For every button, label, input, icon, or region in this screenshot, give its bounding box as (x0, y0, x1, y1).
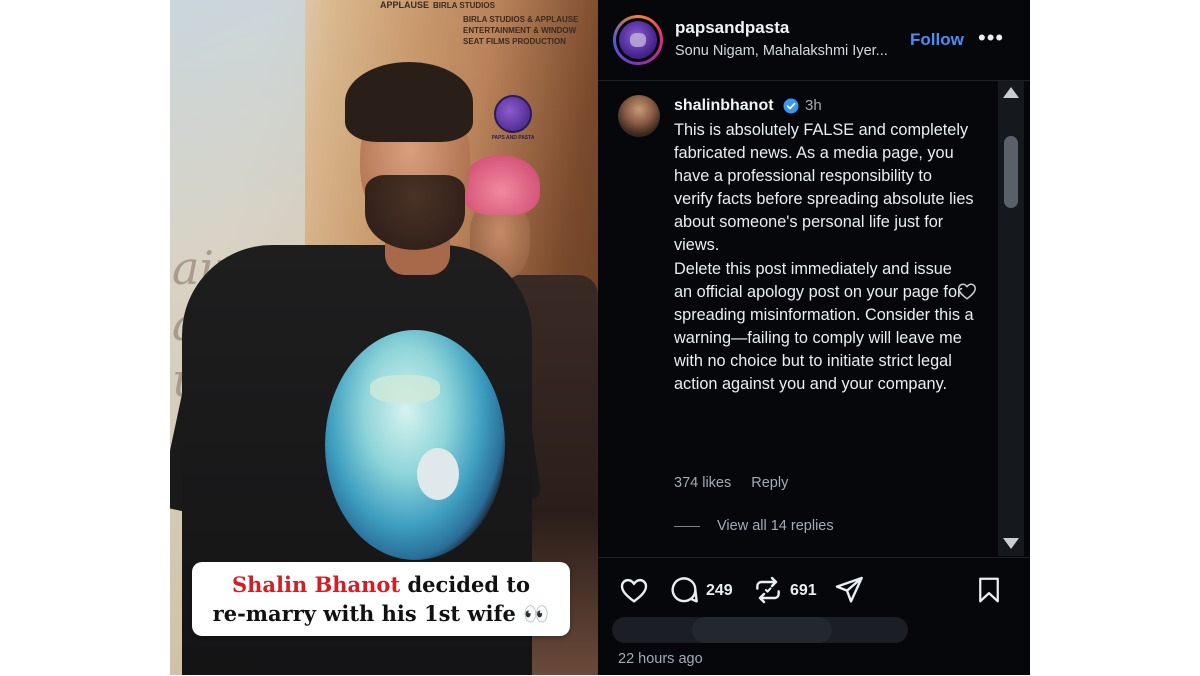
post-modal: ainapu APPLAUSE BIRLA STUDIOS BIRLA STUD… (170, 0, 1030, 675)
scroll-down-arrow-icon[interactable] (1003, 538, 1019, 549)
credit-birla: BIRLA STUDIOS (433, 1, 495, 10)
commenter-username[interactable]: shalinbhanot (674, 97, 774, 115)
caption-line-1: Shalin Bhanot decided to (192, 570, 570, 599)
print-detail-eye (417, 448, 459, 500)
comment-icon[interactable] (668, 574, 700, 606)
repost-icon[interactable] (752, 574, 784, 606)
post-side-panel: papsandpasta Sonu Nigam, Mahalakshmi Iye… (598, 0, 1030, 675)
view-replies-button[interactable]: View all 14 replies (674, 518, 834, 534)
image-caption-sticker: Shalin Bhanot decided to re-marry with h… (192, 562, 570, 636)
subject-beard (365, 175, 465, 250)
poster-credits: APPLAUSE BIRLA STUDIOS BIRLA STUDIOS & A… (375, 0, 598, 60)
heart-icon[interactable] (618, 574, 650, 606)
account-username[interactable]: papsandpasta (675, 18, 789, 38)
comments-section: shalinbhanot 3h This is absolutely FALSE… (598, 81, 998, 556)
comments-count: 249 (706, 582, 733, 599)
watermark-logo: PAPS AND PASTA (488, 95, 538, 141)
avatar-detail (630, 33, 646, 47)
bookmark-icon[interactable] (974, 574, 1004, 606)
caption-line-2: re-marry with his 1st wife 👀 (212, 601, 550, 626)
view-replies-label: View all 14 replies (717, 518, 834, 534)
comment-paragraph-2: Delete this post immediately and issue a… (674, 259, 974, 394)
share-icon[interactable] (833, 574, 865, 606)
reposts-count: 691 (790, 582, 817, 599)
post-image[interactable]: ainapu APPLAUSE BIRLA STUDIOS BIRLA STUD… (170, 0, 598, 675)
poster-figure-turban (462, 155, 540, 215)
verified-icon (783, 98, 799, 114)
watermark-text: PAPS AND PASTA (491, 135, 535, 141)
comment-like-heart-icon[interactable] (956, 280, 978, 302)
scrollbar-thumb[interactable] (1004, 136, 1018, 208)
shirt-graphic-print (325, 330, 505, 560)
post-timestamp: 22 hours ago (618, 651, 703, 667)
post-header: papsandpasta Sonu Nigam, Mahalakshmi Iye… (598, 0, 1030, 81)
print-detail-top (370, 375, 440, 403)
caption-rest: decided to (400, 572, 531, 597)
credit-presents: BIRLA STUDIOS & APPLAUSE ENTERTAINMENT &… (463, 15, 579, 46)
audio-track-link[interactable]: Sonu Nigam, Mahalakshmi Iyer... (675, 43, 888, 59)
action-bar: 249 691 22 hours ago (598, 557, 1030, 676)
account-avatar[interactable] (613, 15, 663, 65)
subject-hair (345, 62, 473, 142)
watermark-disc (494, 95, 532, 133)
comment-meta: 374 likes Reply (674, 475, 788, 491)
replies-divider (674, 525, 700, 527)
follow-button[interactable]: Follow (910, 30, 964, 50)
comment-time: 3h (805, 97, 822, 114)
comment-likes[interactable]: 374 likes (674, 475, 731, 491)
scroll-up-arrow-icon[interactable] (1003, 87, 1019, 98)
caption-highlight: Shalin Bhanot (231, 572, 401, 597)
reply-button[interactable]: Reply (751, 475, 788, 491)
add-comment-blur (692, 617, 832, 643)
comment-paragraph-1: This is absolutely FALSE and completely … (674, 121, 974, 255)
more-icon[interactable]: ••• (978, 25, 1004, 51)
commenter-avatar[interactable] (618, 95, 660, 137)
comment-text: This is absolutely FALSE and completely … (674, 119, 974, 396)
avatar-image (619, 21, 657, 59)
add-comment-bar[interactable] (612, 617, 908, 643)
credit-applause: APPLAUSE (380, 0, 430, 10)
